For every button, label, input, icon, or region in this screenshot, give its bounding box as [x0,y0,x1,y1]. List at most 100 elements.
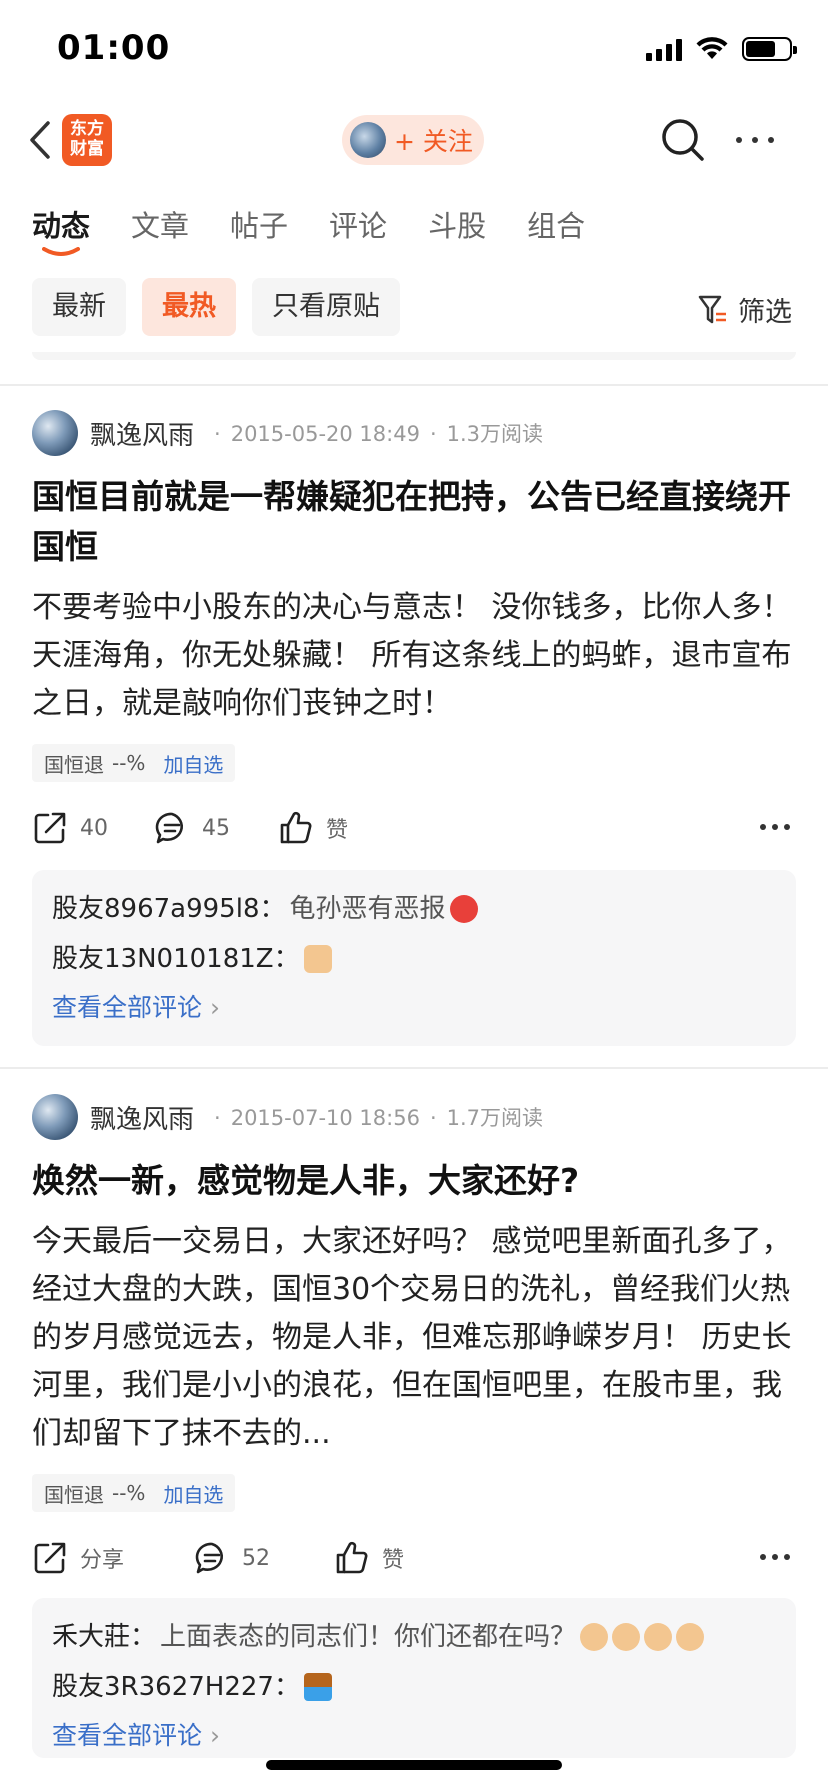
chevron-right-icon: › [209,993,220,1022]
comment-item: 股友13N010181Z： [52,934,776,984]
stock-name: 国恒退 [44,752,104,777]
status-bar: 01:00 [0,0,828,98]
comment-count: 45 [202,815,230,841]
battery-icon [742,37,797,61]
comment-button[interactable]: 45 [154,804,230,852]
victory-hand-icon [612,1623,641,1651]
comment-user[interactable]: 股友8967a995l8 [52,884,260,934]
tab-dynamic[interactable]: 动态 [32,203,90,263]
author-name[interactable]: 飘逸风雨 [90,1099,194,1136]
divider [0,384,828,386]
like-button[interactable]: 赞 [334,1534,404,1582]
post-date: 2015-07-10 18:56 [230,1106,420,1130]
tab-comments[interactable]: 评论 [329,203,387,263]
tab-portfolio[interactable]: 组合 [527,203,585,263]
share-button[interactable]: 40 [32,804,108,852]
share-icon [34,812,66,844]
previous-card-edge [32,352,796,360]
stock-change: --% [112,1481,146,1505]
thumbs-up-icon [280,811,312,844]
filter-label: 筛选 [738,297,792,328]
comment-count: 52 [242,1545,270,1571]
post-header: 飘逸风雨 · 2015-07-10 18:56 · 1.7万阅读 [32,1092,543,1142]
post-title[interactable]: 焕然一新，感觉物是人非，大家还好? [32,1156,796,1206]
thumbs-up-emoji-icon [303,945,332,973]
post-more-icon[interactable] [760,1554,790,1560]
comment-user[interactable]: 股友3R3627H227 [52,1662,274,1712]
stock-tag[interactable]: 国恒退 --% 加自选 [32,744,236,782]
read-count: 1.3万阅读 [446,422,544,446]
victory-hand-icon [676,1623,705,1651]
search-icon[interactable] [660,117,706,163]
avatar [350,122,386,158]
like-button[interactable]: 赞 [278,804,348,852]
comment-text: 龟孙恶有恶报 [289,894,446,924]
stock-tag[interactable]: 国恒退 --% 加自选 [32,1474,236,1512]
divider [0,1067,828,1069]
tab-articles[interactable]: 文章 [131,203,189,263]
avatar[interactable] [32,1094,78,1140]
read-count: 1.7万阅读 [446,1106,544,1130]
post-date: 2015-05-20 18:49 [230,422,420,446]
tab-posts[interactable]: 帖子 [230,203,288,263]
comment-button[interactable]: 52 [194,1534,270,1582]
stock-name: 国恒退 [44,1482,104,1507]
chip-original-only[interactable]: 只看原贴 [252,278,400,336]
post-actions: 40 45 赞 [32,804,796,852]
add-to-watchlist-button[interactable]: 加自选 [163,749,223,778]
author-name[interactable]: 飘逸风雨 [90,415,194,452]
post-body[interactable]: 今天最后一交易日，大家还好吗？ 感觉吧里新面孔多了，经过大盘的大跌，国恒30个交… [32,1218,796,1458]
post-card[interactable]: 飘逸风雨 · 2015-05-20 18:49 · 1.3万阅读 国恒目前就是一帮嫌疑… [0,408,828,1048]
view-all-comments-link[interactable]: 查看全部评论 › [52,1712,776,1760]
victory-hand-icon [580,1623,609,1651]
tab-bar: 动态 文章 帖子 评论 斗股 组合 [32,203,585,263]
like-label: 赞 [382,1548,405,1573]
home-indicator[interactable] [266,1760,562,1770]
tab-stock-battle[interactable]: 斗股 [428,203,486,263]
chevron-right-icon: › [209,1721,220,1750]
comment-text: 上面表态的同志们！你们还都在吗？ [160,1622,577,1652]
like-label: 赞 [326,818,349,843]
comment-user[interactable]: 股友13N010181Z [52,934,274,984]
victory-hand-icon [644,1623,673,1651]
post-meta: · 2015-05-20 18:49 · 1.3万阅读 [214,422,544,446]
comment-icon [155,812,183,844]
comment-item: 禾大莊： 上面表态的同志们！你们还都在吗？ [52,1612,776,1662]
share-label: 分享 [80,1548,125,1573]
app-logo: 东方 财富 [62,114,112,166]
follow-button[interactable]: + 关注 [342,115,484,165]
comment-user[interactable]: 禾大莊 [52,1612,130,1662]
post-actions: 分享 52 赞 [32,1534,796,1582]
share-icon [34,1542,66,1574]
comment-preview[interactable]: 股友8967a995l8： 龟孙恶有恶报 股友13N010181Z： 查看全部评… [32,870,796,1046]
back-arrow-icon[interactable] [26,119,56,161]
share-button[interactable]: 分享 [32,1534,124,1582]
follow-label: + 关注 [394,127,473,156]
comment-item: 股友8967a995l8： 龟孙恶有恶报 [52,884,776,934]
more-icon[interactable] [732,117,778,163]
wifi-icon [696,37,728,59]
filter-button[interactable]: 筛选 [698,290,792,329]
cellular-signal-icon [646,37,682,61]
chip-hottest[interactable]: 最热 [142,278,236,336]
add-to-watchlist-button[interactable]: 加自选 [163,1479,223,1508]
post-meta: · 2015-07-10 18:56 · 1.7万阅读 [214,1106,544,1130]
chip-latest[interactable]: 最新 [32,278,126,336]
comment-item: 股友3R3627H227： [52,1662,776,1712]
post-body[interactable]: 不要考验中小股东的决心与意志！ 没你钱多，比你人多！ 天涯海角，你无处躲藏！ 所… [32,584,796,728]
avatar[interactable] [32,410,78,456]
status-time: 01:00 [57,28,171,68]
post-more-icon[interactable] [760,824,790,830]
stock-change: --% [112,751,146,775]
angry-face-icon [449,895,478,923]
filter-icon [698,295,726,323]
post-header: 飘逸风雨 · 2015-05-20 18:49 · 1.3万阅读 [32,408,543,458]
comment-preview[interactable]: 禾大莊： 上面表态的同志们！你们还都在吗？ 股友3R3627H227： 查看全部… [32,1598,796,1758]
thumbs-up-icon [336,1541,368,1574]
post-title[interactable]: 国恒目前就是一帮嫌疑犯在把持，公告已经直接绕开国恒 [32,472,796,572]
post-card[interactable]: 飘逸风雨 · 2015-07-10 18:56 · 1.7万阅读 焕然一新，感觉物是人… [0,1092,828,1758]
share-count: 40 [80,815,108,841]
comment-icon [195,1542,223,1574]
nav-bar: 东方 财富 + 关注 [0,105,828,175]
view-all-comments-link[interactable]: 查看全部评论 › [52,984,776,1032]
